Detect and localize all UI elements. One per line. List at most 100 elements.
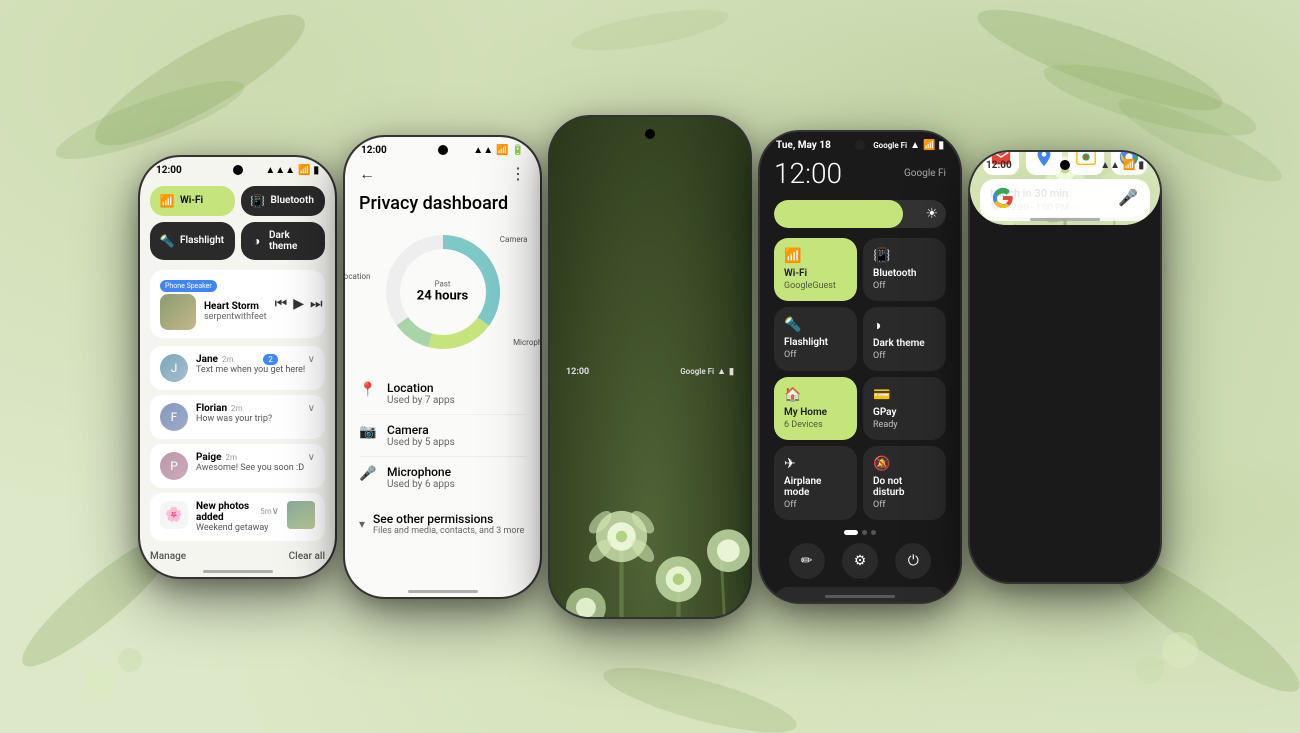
phone1-nav-bar <box>203 570 273 573</box>
dark-flash-icon: 🔦 <box>784 317 801 333</box>
privacy-items: 📍 Location Used by 7 apps 📷 Camera Used … <box>345 365 540 506</box>
photos-content: New photos added 5m ∨ Weekend getaway <box>196 501 279 533</box>
phone1: 12:00 ▲▲▲ 📶 ▮ 📶 Wi-Fi 📳 Bluetooth <box>140 157 335 577</box>
photos-thumb <box>287 501 315 529</box>
jane-avatar: J <box>160 354 188 382</box>
flashlight-tile[interactable]: 🔦 Flashlight <box>150 222 235 260</box>
dark-theme-tile[interactable]: ◑ Dark theme Off <box>863 307 946 371</box>
power-ctrl-btn[interactable]: ⏻ <box>895 543 931 579</box>
wifi-tile-label: Wi-Fi <box>180 195 203 206</box>
phone2-nav-bar <box>408 590 478 593</box>
dots-indicator <box>760 526 960 539</box>
phone2-status-icons: ▲▲ 📶 🔋 <box>473 145 524 156</box>
next-btn[interactable]: ⏭ <box>310 296 323 312</box>
phone1-notif-actions: Manage Clear all <box>140 545 335 568</box>
dark-wifi-icon: 📶 <box>784 248 801 264</box>
microphone-label: Microphone <box>513 338 540 347</box>
phone3-status-bar: 12:00 Google Fi ▲ ▮ <box>550 117 750 617</box>
settings-ctrl-btn[interactable]: ⚙ <box>842 543 878 579</box>
phone2-time: 12:00 <box>361 145 387 156</box>
paige-content: Paige 2m ∨ Awesome! See you soon :D <box>196 452 315 473</box>
paige-msg: Awesome! See you soon :D <box>196 463 315 473</box>
dark-dnd-tile[interactable]: 🔕 Do not disturb Off <box>863 446 946 520</box>
wifi-5: 📶 <box>1123 160 1135 171</box>
location-perm[interactable]: 📍 Location Used by 7 apps <box>359 373 526 415</box>
mic-sub: Used by 6 apps <box>387 479 455 490</box>
notif-photos[interactable]: 🌸 New photos added 5m ∨ Weekend getaway <box>150 493 325 541</box>
edit-ctrl-btn[interactable]: ✏ <box>789 543 825 579</box>
dark-home-icon: 🏠 <box>784 387 801 403</box>
camera-hole-1 <box>233 165 243 175</box>
brightness-slider[interactable]: ☀ <box>774 200 946 228</box>
darktheme-tile-label: Dark theme <box>269 230 315 252</box>
wifi-tile[interactable]: 📶 Wi-Fi <box>150 186 235 216</box>
location-sub: Used by 7 apps <box>387 395 455 406</box>
dark-home-name: My Home <box>784 407 847 418</box>
see-other-label: See other permissions <box>373 512 524 526</box>
phone5: 12:00 ▲▲ 📶 ▮ Lunch in 30 min 📅 12:30 - 1… <box>970 152 1160 582</box>
carrier-4: Google Fi <box>873 141 907 150</box>
dark-airplane-icon: ✈ <box>784 456 796 472</box>
dark-flash-tile[interactable]: 🔦 Flashlight Off <box>774 307 857 371</box>
battery-icon-1: ▮ <box>313 165 319 176</box>
donut-hours-value: 24 hours <box>417 289 469 305</box>
google-search-bar[interactable]: 🎤 <box>980 179 1150 217</box>
camera-label: Camera <box>500 235 528 244</box>
jane-content: Jane 2m 2 ∨ Text me when you get here! <box>196 354 315 375</box>
dark-home-tile[interactable]: 🏠 My Home 6 Devices <box>774 377 857 440</box>
wifi-icon-1: 📶 <box>298 165 310 176</box>
dark-bt-icon: 📳 <box>873 248 890 264</box>
donut-center: Past 24 hours <box>417 280 469 305</box>
phone1-status-icons: ▲▲▲ 📶 ▮ <box>265 165 319 176</box>
camera-hole-2 <box>438 145 448 155</box>
notif-paige[interactable]: P Paige 2m ∨ Awesome! See you soon :D <box>150 444 325 488</box>
battery-3: ▮ <box>729 367 734 377</box>
play-btn[interactable]: ▶ <box>293 296 304 312</box>
notif-jane[interactable]: J Jane 2m 2 ∨ Text me when you get here! <box>150 346 325 390</box>
photos-time: 5m <box>260 507 272 516</box>
dark-airplane-name: Airplane mode <box>784 476 847 498</box>
bluetooth-tile[interactable]: 📳 Bluetooth <box>241 186 326 216</box>
dark-home-sub: 6 Devices <box>784 420 847 430</box>
dark-bt-tile[interactable]: 📳 Bluetooth Off <box>863 238 946 301</box>
signal-5: ▲▲ <box>1100 160 1120 171</box>
phone4-controls: ✏ ⚙ ⏻ <box>760 539 960 583</box>
paige-name: Paige <box>196 452 222 463</box>
camera-hole-5 <box>1060 160 1070 170</box>
phone5-status-icons: ▲▲ 📶 ▮ <box>1100 160 1144 171</box>
phone1-song-artist: serpentwithfeet <box>204 312 267 322</box>
jane-name: Jane <box>196 354 218 365</box>
dark-gpay-tile[interactable]: 💳 GPay Ready <box>863 377 946 440</box>
dot-1 <box>844 530 858 535</box>
camera-icon: 📷 <box>359 424 377 440</box>
mic-content: Microphone Used by 6 apps <box>387 465 455 490</box>
dark-dnd-sub: Off <box>873 500 936 510</box>
flashlight-tile-icon: 🔦 <box>160 234 174 248</box>
bluetooth-tile-label: Bluetooth <box>271 195 314 206</box>
more-dots[interactable]: ⋮ <box>510 164 526 183</box>
prev-btn[interactable]: ⏮ <box>275 296 288 312</box>
flashlight-tile-label: Flashlight <box>180 235 224 246</box>
privacy-dashboard-title: Privacy dashboard <box>345 192 540 227</box>
darktheme-tile-icon: ◑ <box>251 234 263 248</box>
back-arrow[interactable]: ← <box>359 164 375 184</box>
manage-btn[interactable]: Manage <box>150 551 186 562</box>
mic-search-icon[interactable]: 🎤 <box>1118 188 1138 207</box>
jane-time: 2m <box>222 355 234 364</box>
phone4: Tue, May 18 Google Fi ▲ 📶 ▮ 12:00 Google… <box>760 132 960 602</box>
clear-all-btn[interactable]: Clear all <box>289 551 325 562</box>
notif-florian[interactable]: F Florian 2m ∨ How was your trip? <box>150 395 325 439</box>
see-other-sub: Files and media, contacts, and 3 more <box>373 526 524 536</box>
darktheme-tile[interactable]: ◑ Dark theme <box>241 222 326 260</box>
photos-sub: Weekend getaway <box>196 523 279 533</box>
location-name: Location <box>387 381 455 395</box>
dark-airplane-tile[interactable]: ✈ Airplane mode Off <box>774 446 857 520</box>
see-other-section[interactable]: ▾ See other permissions Files and media,… <box>345 506 540 542</box>
camera-perm[interactable]: 📷 Camera Used by 5 apps <box>359 415 526 457</box>
paige-avatar: P <box>160 452 188 480</box>
dark-wifi-tile[interactable]: 📶 Wi-Fi GoogleGuest <box>774 238 857 301</box>
signal-3: ▲ <box>717 366 726 377</box>
mic-perm[interactable]: 🎤 Microphone Used by 6 apps <box>359 457 526 498</box>
camera-name: Camera <box>387 423 455 437</box>
camera-sub: Used by 5 apps <box>387 437 455 448</box>
